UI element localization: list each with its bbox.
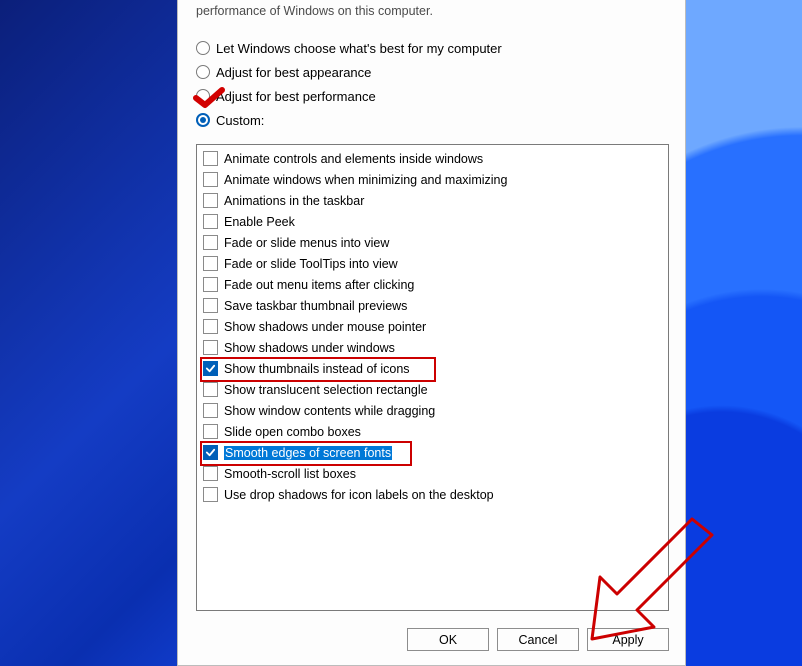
checkbox-icon	[203, 319, 218, 334]
option-label: Smooth edges of screen fonts	[224, 446, 392, 460]
option-item-7[interactable]: Save taskbar thumbnail previews	[199, 295, 666, 316]
checkbox-icon	[203, 340, 218, 355]
option-label: Fade or slide menus into view	[224, 236, 389, 250]
checkbox-icon	[203, 382, 218, 397]
option-label: Smooth-scroll list boxes	[224, 467, 356, 481]
option-item-8[interactable]: Show shadows under mouse pointer	[199, 316, 666, 337]
option-label: Show translucent selection rectangle	[224, 383, 428, 397]
option-label: Fade or slide ToolTips into view	[224, 257, 398, 271]
radio-option-0[interactable]: Let Windows choose what's best for my co…	[196, 36, 669, 60]
checkbox-icon	[203, 445, 218, 460]
radio-label: Adjust for best performance	[216, 89, 376, 104]
checkbox-icon	[203, 172, 218, 187]
option-label: Animate windows when minimizing and maxi…	[224, 173, 507, 187]
option-label: Show shadows under mouse pointer	[224, 320, 426, 334]
option-item-6[interactable]: Fade out menu items after clicking	[199, 274, 666, 295]
description-text: performance of Windows on this computer.	[196, 4, 669, 18]
option-label: Show shadows under windows	[224, 341, 395, 355]
option-item-1[interactable]: Animate windows when minimizing and maxi…	[199, 169, 666, 190]
checkbox-icon	[203, 277, 218, 292]
radio-label: Adjust for best appearance	[216, 65, 371, 80]
option-label: Animations in the taskbar	[224, 194, 364, 208]
option-item-9[interactable]: Show shadows under windows	[199, 337, 666, 358]
option-label: Use drop shadows for icon labels on the …	[224, 488, 494, 502]
radio-icon	[196, 65, 210, 79]
checkbox-icon	[203, 193, 218, 208]
checkbox-icon	[203, 151, 218, 166]
option-label: Save taskbar thumbnail previews	[224, 299, 407, 313]
radio-option-1[interactable]: Adjust for best appearance	[196, 60, 669, 84]
option-item-4[interactable]: Fade or slide menus into view	[199, 232, 666, 253]
radio-label: Let Windows choose what's best for my co…	[216, 41, 502, 56]
cancel-button[interactable]: Cancel	[497, 628, 579, 651]
radio-option-3[interactable]: Custom:	[196, 108, 669, 132]
checkbox-icon	[203, 424, 218, 439]
radio-icon	[196, 89, 210, 103]
option-item-2[interactable]: Animations in the taskbar	[199, 190, 666, 211]
visual-effects-listbox[interactable]: Animate controls and elements inside win…	[196, 144, 669, 611]
apply-button[interactable]: Apply	[587, 628, 669, 651]
option-item-3[interactable]: Enable Peek	[199, 211, 666, 232]
checkbox-icon	[203, 487, 218, 502]
option-label: Fade out menu items after clicking	[224, 278, 414, 292]
ok-button[interactable]: OK	[407, 628, 489, 651]
radio-icon	[196, 113, 210, 127]
checkbox-icon	[203, 235, 218, 250]
checkbox-icon	[203, 214, 218, 229]
option-label: Animate controls and elements inside win…	[224, 152, 483, 166]
option-item-10[interactable]: Show thumbnails instead of icons	[199, 358, 666, 379]
option-item-5[interactable]: Fade or slide ToolTips into view	[199, 253, 666, 274]
option-item-14[interactable]: Smooth edges of screen fonts	[199, 442, 666, 463]
checkbox-icon	[203, 466, 218, 481]
visual-effects-radio-group: Let Windows choose what's best for my co…	[196, 36, 669, 132]
option-label: Enable Peek	[224, 215, 295, 229]
radio-option-2[interactable]: Adjust for best performance	[196, 84, 669, 108]
checkbox-icon	[203, 403, 218, 418]
option-label: Show window contents while dragging	[224, 404, 435, 418]
checkbox-icon	[203, 256, 218, 271]
checkbox-icon	[203, 361, 218, 376]
checkbox-icon	[203, 298, 218, 313]
radio-icon	[196, 41, 210, 55]
option-item-11[interactable]: Show translucent selection rectangle	[199, 379, 666, 400]
dialog-button-row: OK Cancel Apply	[196, 628, 669, 651]
radio-label: Custom:	[216, 113, 264, 128]
option-item-16[interactable]: Use drop shadows for icon labels on the …	[199, 484, 666, 505]
option-label: Show thumbnails instead of icons	[224, 362, 410, 376]
option-item-15[interactable]: Smooth-scroll list boxes	[199, 463, 666, 484]
option-label: Slide open combo boxes	[224, 425, 361, 439]
performance-options-dialog: performance of Windows on this computer.…	[177, 0, 686, 666]
option-item-13[interactable]: Slide open combo boxes	[199, 421, 666, 442]
option-item-0[interactable]: Animate controls and elements inside win…	[199, 148, 666, 169]
option-item-12[interactable]: Show window contents while dragging	[199, 400, 666, 421]
